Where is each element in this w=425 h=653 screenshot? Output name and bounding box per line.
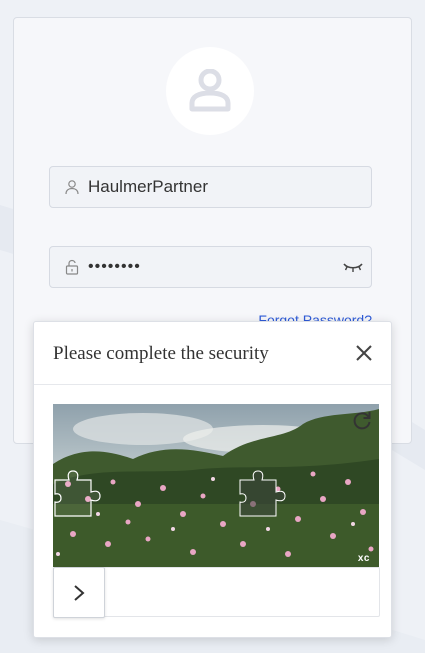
avatar [166, 47, 254, 135]
slider-handle[interactable] [53, 567, 105, 618]
user-avatar-icon [189, 69, 231, 112]
captcha-dialog: Please complete the security xc [33, 321, 392, 638]
captcha-puzzle-image: xc [53, 404, 379, 567]
puzzle-background [53, 404, 379, 567]
username-field[interactable] [49, 166, 372, 208]
password-field[interactable] [49, 246, 372, 288]
captcha-title: Please complete the security [53, 343, 269, 364]
user-icon [65, 180, 79, 195]
username-input[interactable] [88, 167, 348, 207]
refresh-icon[interactable] [351, 410, 373, 432]
chevron-right-icon [74, 585, 85, 601]
divider [34, 384, 391, 385]
slider-track[interactable] [53, 567, 380, 618]
puzzle-slot [239, 470, 286, 517]
puzzle-piece[interactable] [53, 470, 101, 518]
close-icon[interactable] [354, 343, 374, 363]
captcha-brand-mark: xc [357, 553, 370, 564]
lock-icon [65, 259, 79, 275]
password-input[interactable] [88, 247, 348, 287]
eye-closed-icon[interactable] [343, 260, 363, 274]
